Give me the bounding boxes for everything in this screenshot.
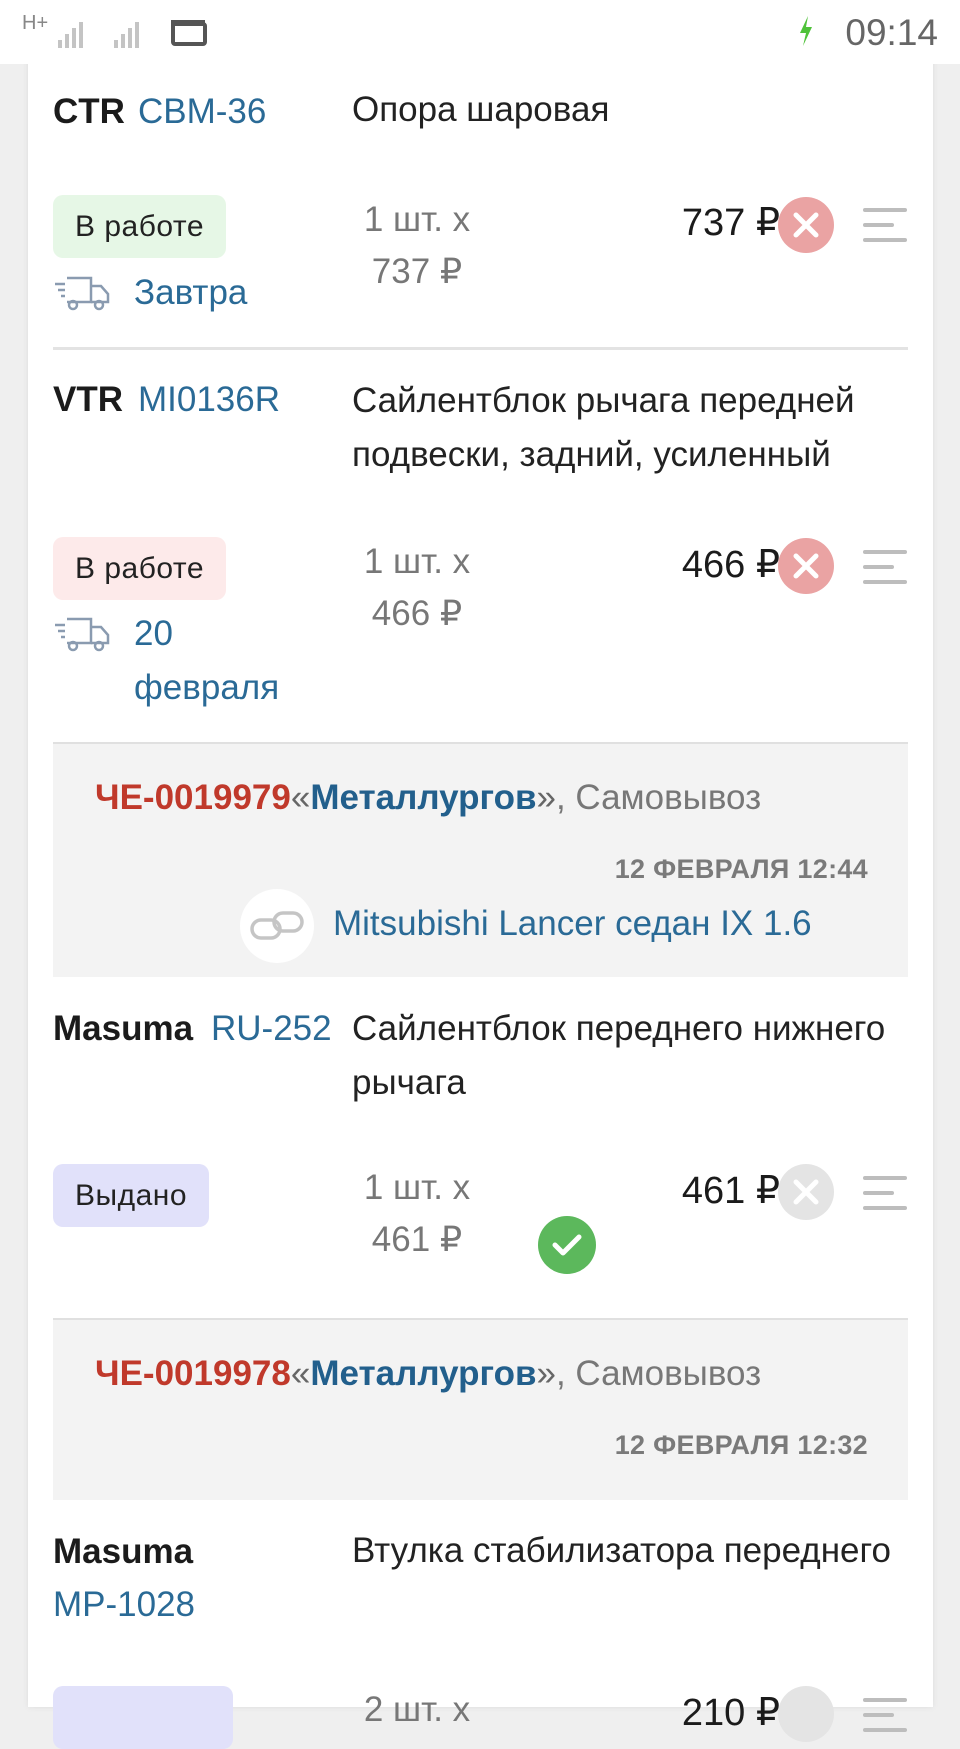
cancel-item-button[interactable]: [778, 1686, 834, 1742]
item-menu-button[interactable]: [863, 1176, 907, 1210]
item-total: 466 ₽: [681, 544, 780, 586]
unit-price: 737 ₽: [371, 252, 463, 291]
unit-price: 461 ₽: [371, 1220, 463, 1259]
signal-icon: [114, 16, 139, 48]
item-article-link[interactable]: MI0136R: [138, 380, 280, 420]
item-menu-button[interactable]: [863, 208, 907, 242]
status-badge: [53, 1686, 233, 1749]
issued-check-icon: [538, 1216, 596, 1274]
delivery-truck-icon: [55, 276, 110, 311]
store-name[interactable]: Металлургов: [310, 778, 536, 817]
item-name: Опора шаровая: [352, 90, 610, 129]
delivery-truck-icon: [55, 617, 110, 652]
close-icon: [793, 553, 819, 579]
qty-count: 1 шт. х: [363, 1168, 471, 1207]
close-icon: [793, 1179, 819, 1205]
charging-icon: [800, 16, 812, 46]
item-menu-button[interactable]: [863, 1698, 907, 1732]
unit-price: 466 ₽: [371, 594, 463, 633]
item-total: 461 ₽: [681, 1170, 780, 1212]
vehicle-link[interactable]: Mitsubishi Lancer седан IX 1.6: [333, 904, 812, 944]
cancel-item-button[interactable]: [778, 1164, 834, 1220]
network-type: H+: [22, 12, 49, 34]
order-list: CTR CBM-36 Опора шаровая В работе Завтра…: [28, 0, 933, 1749]
qty-text: 1 шт. х 737 ₽: [352, 194, 482, 298]
item-article-link[interactable]: MP-1028: [53, 1585, 195, 1625]
order-id[interactable]: ЧЕ-0019979: [95, 778, 291, 817]
delivery-method: , Самовывоз: [555, 1354, 762, 1393]
link-icon[interactable]: [240, 889, 314, 963]
sim-card-icon: [171, 20, 207, 46]
delivery-date: 20 февраля: [134, 614, 280, 707]
order-id[interactable]: ЧЕ-0019978: [95, 1354, 291, 1393]
qty-count: 2 шт. х: [363, 1690, 471, 1729]
order-date: 12 ФЕВРАЛЯ 12:44: [614, 854, 868, 884]
item-article-link[interactable]: CBM-36: [138, 92, 266, 132]
item-brand: Masuma: [53, 1009, 194, 1048]
item-total: 737 ₽: [681, 202, 780, 244]
order-header: ЧЕ-0019979«Металлургов», Самовывоз 12 ФЕ…: [53, 742, 908, 977]
cancel-item-button[interactable]: [778, 197, 834, 253]
item-article-link[interactable]: RU-252: [211, 1009, 332, 1049]
qty-text: 1 шт. х 461 ₽: [352, 1162, 482, 1266]
quote-close: »: [536, 1354, 556, 1393]
status-badge: В работе: [53, 537, 227, 600]
signal-icon: [58, 16, 83, 48]
item-menu-button[interactable]: [863, 550, 907, 584]
qty-count: 1 шт. х: [363, 200, 471, 239]
cancel-item-button[interactable]: [778, 538, 834, 594]
delivery-method: , Самовывоз: [555, 778, 762, 817]
item-total: 210 ₽: [681, 1692, 780, 1734]
status-bar: H+ 09:14: [0, 0, 960, 64]
status-badge: Выдано: [53, 1164, 210, 1227]
order-title: ЧЕ-0019979«Металлургов», Самовывоз: [95, 778, 761, 818]
quote-open: «: [290, 778, 311, 817]
item-name: Втулка стабилизатора переднего: [352, 1531, 891, 1570]
status-badge: В работе: [53, 195, 227, 258]
close-icon: [793, 212, 819, 238]
checkmark-icon: [552, 1234, 582, 1256]
order-header: ЧЕ-0019978«Металлургов», Самовывоз 12 ФЕ…: [53, 1318, 908, 1500]
item-brand: VTR: [53, 380, 123, 419]
item-brand: Masuma: [53, 1532, 194, 1571]
quote-close: »: [536, 778, 556, 817]
qty-text: 1 шт. х 466 ₽: [352, 536, 482, 640]
item-brand: CTR: [53, 92, 125, 131]
divider: [53, 347, 908, 350]
order-date: 12 ФЕВРАЛЯ 12:32: [614, 1430, 868, 1460]
qty-count: 1 шт. х: [363, 542, 471, 581]
clock: 09:14: [845, 12, 938, 53]
item-name: Сайлентблок рычага передней подвески, за…: [352, 381, 855, 474]
chain-icon: [250, 911, 304, 940]
quote-open: «: [290, 1354, 311, 1393]
item-name: Сайлентблок переднего нижнего рычага: [352, 1009, 886, 1102]
order-title: ЧЕ-0019978«Металлургов», Самовывоз: [95, 1354, 761, 1394]
delivery-date: Завтра: [134, 273, 248, 312]
store-name[interactable]: Металлургов: [310, 1354, 536, 1393]
